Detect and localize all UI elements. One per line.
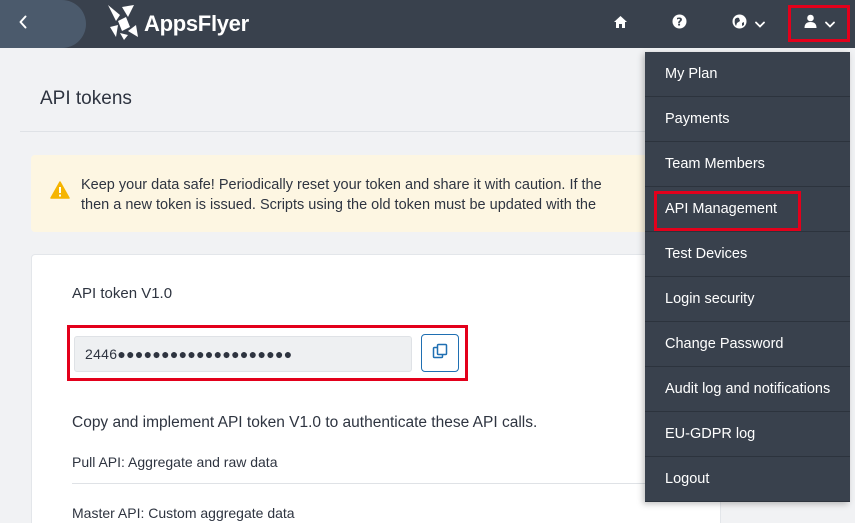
api-call-item: Pull API: Aggregate and raw data [72,454,278,470]
page-header: API tokens [20,48,720,132]
menu-item-change-password[interactable]: Change Password [645,322,850,367]
menu-item-logout[interactable]: Logout [645,457,850,502]
appsflyer-logo[interactable]: AppsFlyer [106,3,249,46]
copy-token-button[interactable] [421,334,459,372]
menu-item-test-devices[interactable]: Test Devices [645,232,850,277]
alert-line: then a new token is issued. Scripts usin… [81,197,597,213]
user-menu-button[interactable] [788,5,850,42]
user-icon [804,14,817,33]
divider [72,483,722,484]
alert-line: Keep your data safe! Periodically reset … [81,177,602,193]
home-icon [613,15,628,34]
home-button[interactable] [611,12,629,36]
menu-item-payments[interactable]: Payments [645,97,850,142]
menu-item-my-plan[interactable]: My Plan [645,52,850,97]
api-management-highlight-box [654,191,801,231]
logo-text: AppsFlyer [144,11,249,36]
api-token-card: API token V1.0 2446●●●●●●●●●●●●●●●●●●●● … [31,254,722,523]
language-selector[interactable] [728,12,768,36]
user-dropdown-menu: My Plan Payments Team Members API Manage… [645,52,850,502]
page-title: API tokens [40,88,132,109]
token-title: API token V1.0 [72,285,173,302]
token-highlight-box: 2446●●●●●●●●●●●●●●●●●●●● [67,325,468,381]
chevron-down-icon [754,15,765,33]
svg-text:?: ? [676,16,682,29]
chevron-left-icon [18,15,28,34]
chevron-down-icon [824,15,835,33]
token-description: Copy and implement API token V1.0 to aut… [72,414,538,431]
api-token-field[interactable]: 2446●●●●●●●●●●●●●●●●●●●● [74,336,412,372]
menu-item-team-members[interactable]: Team Members [645,142,850,187]
copy-icon [432,343,448,364]
menu-item-login-security[interactable]: Login security [645,277,850,322]
menu-item-audit-log[interactable]: Audit log and notifications [645,367,850,412]
help-button[interactable]: ? [670,12,688,36]
warning-alert: Keep your data safe! Periodically reset … [31,155,721,232]
appsflyer-logo-icon [106,3,140,46]
warning-icon [50,181,70,204]
alert-text: Keep your data safe! Periodically reset … [81,175,602,215]
globe-icon [732,14,747,34]
menu-item-eu-gdpr-log[interactable]: EU-GDPR log [645,412,850,457]
api-call-item: Master API: Custom aggregate data [72,505,295,521]
back-button[interactable] [0,0,86,48]
top-nav-bar: AppsFlyer ? [0,0,855,48]
help-icon: ? [672,14,687,34]
